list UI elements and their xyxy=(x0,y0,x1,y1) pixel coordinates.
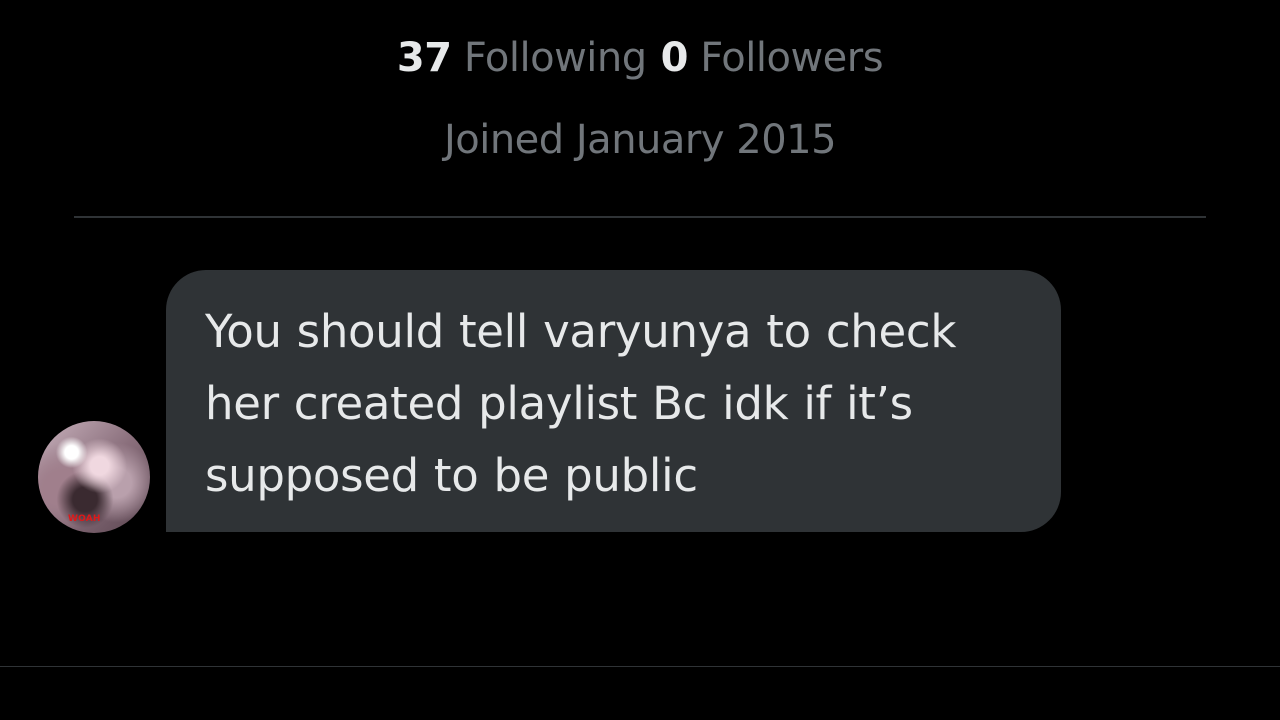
following-count[interactable]: 37 xyxy=(397,35,452,81)
composer-divider xyxy=(0,666,1280,667)
message-text: You should tell varyunya to check her cr… xyxy=(205,305,957,502)
profile-stats: 37 Following 0 Followers xyxy=(0,30,1280,86)
dm-conversation-view: 37 Following 0 Followers Joined January 2… xyxy=(0,0,1280,720)
avatar-stamp-text: WOAH xyxy=(68,514,101,524)
sender-avatar[interactable]: WOAH xyxy=(38,421,150,533)
followers-count[interactable]: 0 xyxy=(661,35,689,81)
message-bubble[interactable]: You should tell varyunya to check her cr… xyxy=(166,270,1061,532)
following-label[interactable]: Following xyxy=(464,35,647,81)
joined-date: Joined January 2015 xyxy=(443,117,837,163)
followers-label[interactable]: Followers xyxy=(700,35,883,81)
section-divider xyxy=(74,216,1206,218)
